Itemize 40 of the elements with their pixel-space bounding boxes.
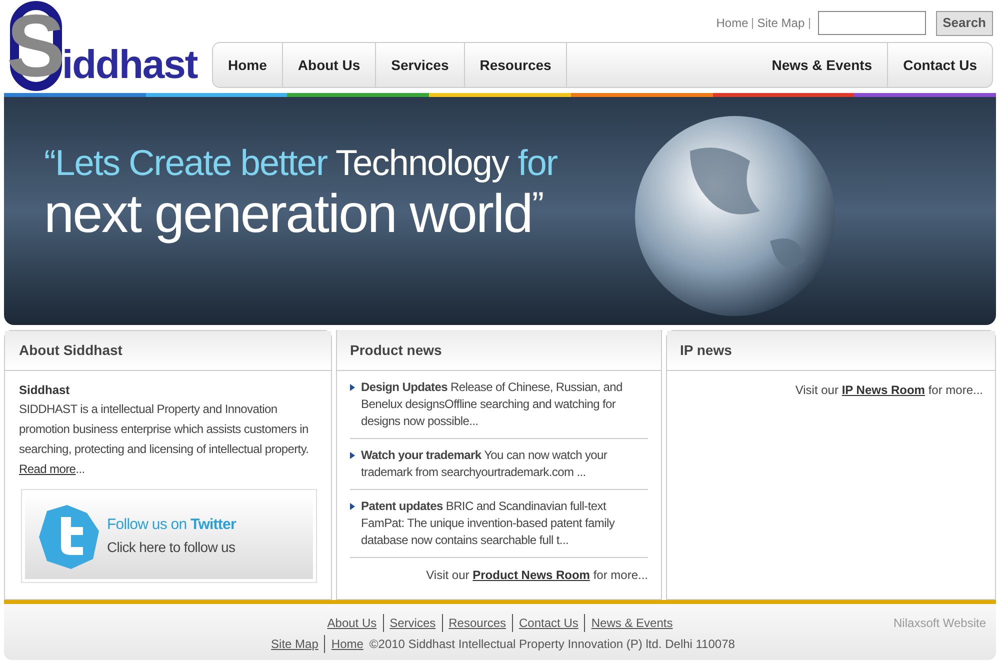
news-room-link[interactable]: Product News Room	[472, 568, 590, 582]
search-button[interactable]: Search	[936, 10, 993, 36]
nav-link[interactable]: Home	[213, 43, 283, 87]
visit-text: Visit our IP News Room for more...	[794, 382, 983, 399]
visit-text: Visit our Product News Room for more...	[425, 567, 648, 584]
copyright-text: ©2010 Siddhast Intellectual Property Innovation (P) ltd. Delhi 110078	[369, 636, 735, 653]
banner-headline: next generation world”	[44, 187, 544, 241]
banner-headline: “Lets Create better Technology for	[44, 145, 558, 181]
top-link[interactable]: Site Map	[757, 14, 805, 32]
search-field[interactable]	[818, 11, 926, 35]
twitter-banner[interactable]: Follow us on Twitter Click here to follow us	[21, 489, 317, 583]
footer-link[interactable]: About Us	[321, 614, 383, 632]
footer-link[interactable]: News & Events	[584, 614, 679, 632]
panel-heading: Product news	[350, 340, 442, 360]
panel-heading: IP news	[680, 341, 732, 360]
news-item: Watch your trademark You can now watch your trademark from searchyourtrademark.com ...	[361, 447, 608, 481]
nav-link[interactable]: Services	[376, 43, 465, 87]
footer-link[interactable]: Resources	[442, 614, 512, 632]
footer-link[interactable]: Services	[382, 614, 442, 632]
nav-link[interactable]: About Us	[282, 43, 376, 87]
read-more-link[interactable]: Read more	[19, 462, 76, 476]
nav-link[interactable]: News & Events	[756, 43, 888, 87]
footer-link[interactable]: Site Map	[265, 635, 324, 653]
news-item: Patent updates BRIC and Scandinavian full-text FamPat: The unique invention-based patent family database now contains searchable full t...	[361, 498, 616, 549]
twitter-title: Follow us on Twitter	[107, 515, 236, 536]
footer-link[interactable]: Contact Us	[512, 614, 584, 632]
about-text: SIDDHAST is a intellectual Property and Innovation promotion business enterprise which assists customers in searching, protecting and licensing of intellectual property. Read more...	[19, 401, 310, 478]
top-link[interactable]: Home	[716, 14, 748, 32]
bullet-icon	[350, 452, 355, 459]
credit-text: Nilaxsoft Website	[894, 615, 986, 632]
footer-link[interactable]: Home	[324, 635, 370, 653]
about-title: Siddhast	[19, 382, 71, 399]
news-item: Design Updates Release of Chinese, Russian, and Benelux designsOffline searching and watching for designs now possible...	[361, 379, 624, 430]
nav-link[interactable]: Resources	[464, 43, 568, 87]
twitter-subtitle: Click here to follow us	[107, 538, 236, 557]
bullet-icon	[350, 503, 355, 510]
news-room-link[interactable]: IP News Room	[842, 383, 925, 397]
panel-heading: About Siddhast	[19, 341, 122, 360]
nav-link[interactable]: Contact Us	[887, 43, 992, 87]
bullet-icon	[350, 384, 355, 391]
